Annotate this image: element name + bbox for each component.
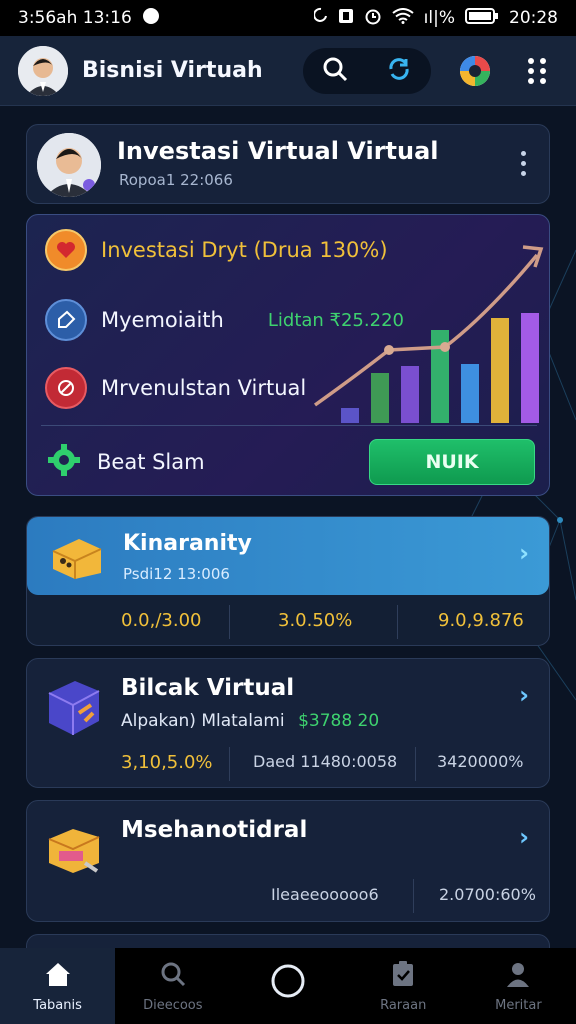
nfc-icon <box>338 8 354 29</box>
wifi-icon <box>392 7 414 29</box>
circle-icon <box>270 963 306 1003</box>
nav-label-tasks: Raraan <box>380 997 427 1013</box>
list-card-2-subtitle: Alpakan) Mlatalami $3788 20 <box>121 711 379 731</box>
list-card-1[interactable]: Kinaranity Psdi12 13:006 › 0.0,/3.00 3.0… <box>26 516 550 646</box>
invest-row-2-value: Lidtan ₹25.220 <box>267 309 404 331</box>
cube-icon <box>45 677 103 743</box>
nav-label-home: Tabanis <box>33 997 82 1013</box>
stat-separator <box>413 879 414 913</box>
toolbox-icon <box>45 819 103 881</box>
profile-avatar <box>37 133 101 197</box>
stat-separator <box>397 605 398 639</box>
chevron-right-icon[interactable]: › <box>519 681 529 709</box>
alarm-icon <box>364 7 382 30</box>
list-card-2[interactable]: Bilcak Virtual Alpakan) Mlatalami $3788 … <box>26 658 550 788</box>
profile-subtitle: Ropoa1 22:066 <box>119 171 233 189</box>
chevron-right-icon[interactable]: › <box>519 823 529 851</box>
home-icon <box>43 960 73 992</box>
heart-badge-icon <box>45 229 87 271</box>
invest-row-1-label: Investasi Dryt (Drua 130%) <box>101 238 388 262</box>
gear-icon <box>45 441 83 483</box>
invest-divider <box>41 425 537 426</box>
list-card-2-highlight: $3788 20 <box>298 711 380 731</box>
bottom-nav: Tabanis Dieecoos Raraan Meritar <box>0 948 576 1024</box>
search-icon <box>158 960 188 992</box>
chart-bar <box>341 408 359 423</box>
more-vertical-icon[interactable] <box>518 52 556 90</box>
nuik-button[interactable]: NUIK <box>369 439 535 485</box>
notification-icon <box>142 7 160 30</box>
chart-bar <box>461 364 479 423</box>
nav-item-home[interactable]: Tabanis <box>0 948 116 1024</box>
chevron-right-icon[interactable]: › <box>519 539 529 567</box>
invest-row-1[interactable]: Investasi Dryt (Drua 130%) <box>45 229 388 271</box>
status-bar: 3:56ah 13:16 ıl|% 20:28 <box>0 0 576 36</box>
chart-bar <box>491 318 509 423</box>
profile-card[interactable]: Investasi Virtual Virtual Ropoa1 22:066 <box>26 124 550 204</box>
status-time: 20:28 <box>509 8 558 28</box>
app-bar: Bisnisi Virtuah <box>0 36 576 106</box>
list-card-2-subtitle-text: Alpakan) Mlatalami <box>121 711 285 731</box>
list-card-1-stat-1: 0.0,/3.00 <box>121 610 202 631</box>
nav-label-profile: Meritar <box>495 997 542 1013</box>
list-card-2-stat-2: Daed 11480:0058 <box>253 752 398 771</box>
clipboard-icon <box>389 960 417 992</box>
list-card-1-stat-2: 3.0.50% <box>278 610 353 631</box>
battery-icon <box>465 7 499 30</box>
chart-bar <box>521 313 539 423</box>
nav-label-search: Dieecoos <box>143 997 203 1013</box>
avatar[interactable] <box>18 45 68 96</box>
app-title: Bisnisi Virtuah <box>82 58 263 83</box>
invest-footer: Beat Slam <box>45 441 205 483</box>
sync-status-icon <box>312 7 328 30</box>
invest-row-2-label: Myemoiaith <box>101 308 224 332</box>
chart-bar <box>401 366 419 423</box>
tag-icon <box>45 299 87 341</box>
invest-row-3[interactable]: Mrvenulstan Virtual <box>45 367 306 409</box>
signal-text: ıl|% <box>423 8 455 28</box>
sync-icon[interactable] <box>385 55 413 87</box>
stat-separator <box>229 605 230 639</box>
list-card-2-stat-3: 3420000% <box>437 752 524 771</box>
stat-separator <box>229 747 230 781</box>
nav-item-tasks[interactable]: Raraan <box>346 948 461 1024</box>
invest-footer-label: Beat Slam <box>97 450 205 474</box>
list-card-1-stat-3: 9.0,9.876 <box>438 610 524 631</box>
investment-card: Investasi Dryt (Drua 130%) Myemoiaith Li… <box>26 214 550 496</box>
user-icon <box>504 960 532 992</box>
invest-row-3-label: Mrvenulstan Virtual <box>101 376 307 400</box>
invest-row-2[interactable]: Myemoiaith Lidtan ₹25.220 <box>45 299 404 341</box>
chart-bar <box>371 373 389 423</box>
nav-item-profile[interactable]: Meritar <box>461 948 576 1024</box>
block-icon <box>45 367 87 409</box>
more-options-icon[interactable] <box>519 151 527 176</box>
nav-item-search[interactable]: Dieecoos <box>115 948 230 1024</box>
list-card-2-stat-1: 3,10,5.0% <box>121 752 213 773</box>
list-card-3-stat-2: 2.0700:60% <box>439 885 536 904</box>
search-sync-pill <box>303 48 431 94</box>
list-card-2-title: Bilcak Virtual <box>121 675 295 701</box>
nav-item-center[interactable] <box>230 948 345 1024</box>
stat-separator <box>415 747 416 781</box>
list-card-1-header: Kinaranity Psdi12 13:006 › <box>27 517 549 595</box>
list-card-1-subtitle: Psdi12 13:006 <box>123 565 230 583</box>
crate-icon <box>49 531 105 585</box>
list-card-3-stat-1: Ileaeeooooo6 <box>271 885 379 904</box>
list-card-3-title: Msehanotidral <box>121 817 308 843</box>
list-card-1-title: Kinaranity <box>123 531 252 556</box>
status-left-text: 3:56ah 13:16 <box>18 8 132 28</box>
list-card-3[interactable]: Msehanotidral › Ileaeeooooo6 2.0700:60% <box>26 800 550 922</box>
profile-title: Investasi Virtual Virtual <box>117 137 439 165</box>
app-logo-icon[interactable] <box>456 52 494 90</box>
search-icon[interactable] <box>321 55 349 87</box>
